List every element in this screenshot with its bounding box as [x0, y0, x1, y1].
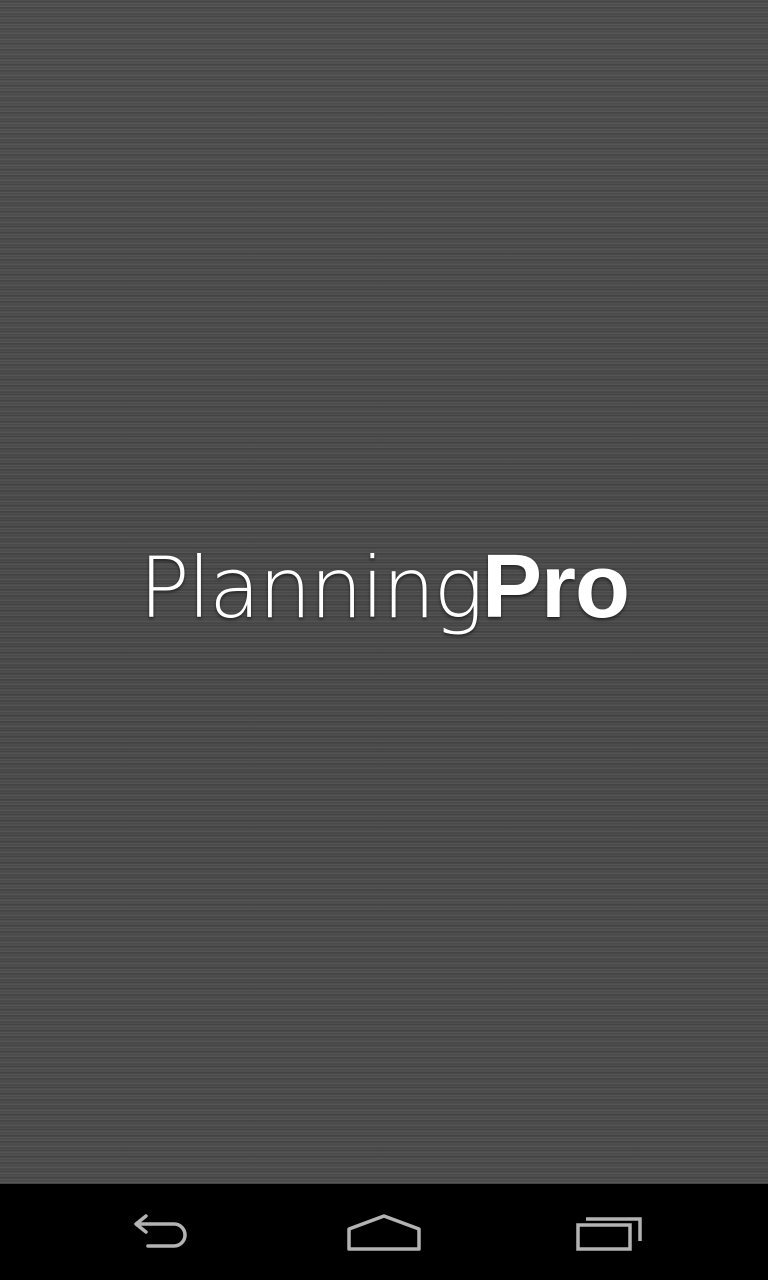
home-button[interactable] — [324, 1202, 444, 1262]
home-icon — [347, 1214, 421, 1251]
splash-background: PlanningPro — [0, 0, 768, 1184]
recent-apps-icon — [576, 1217, 642, 1251]
app-logo: PlanningPro — [0, 532, 768, 643]
logo-text-planning: Planning — [139, 539, 484, 637]
logo-text-pro: Pro — [481, 537, 630, 637]
back-button[interactable] — [100, 1202, 220, 1262]
app-screen: PlanningPro — [0, 0, 768, 1280]
recent-apps-button[interactable] — [550, 1202, 670, 1262]
system-navigation-bar — [0, 1184, 768, 1280]
back-arrow-icon — [134, 1214, 187, 1248]
